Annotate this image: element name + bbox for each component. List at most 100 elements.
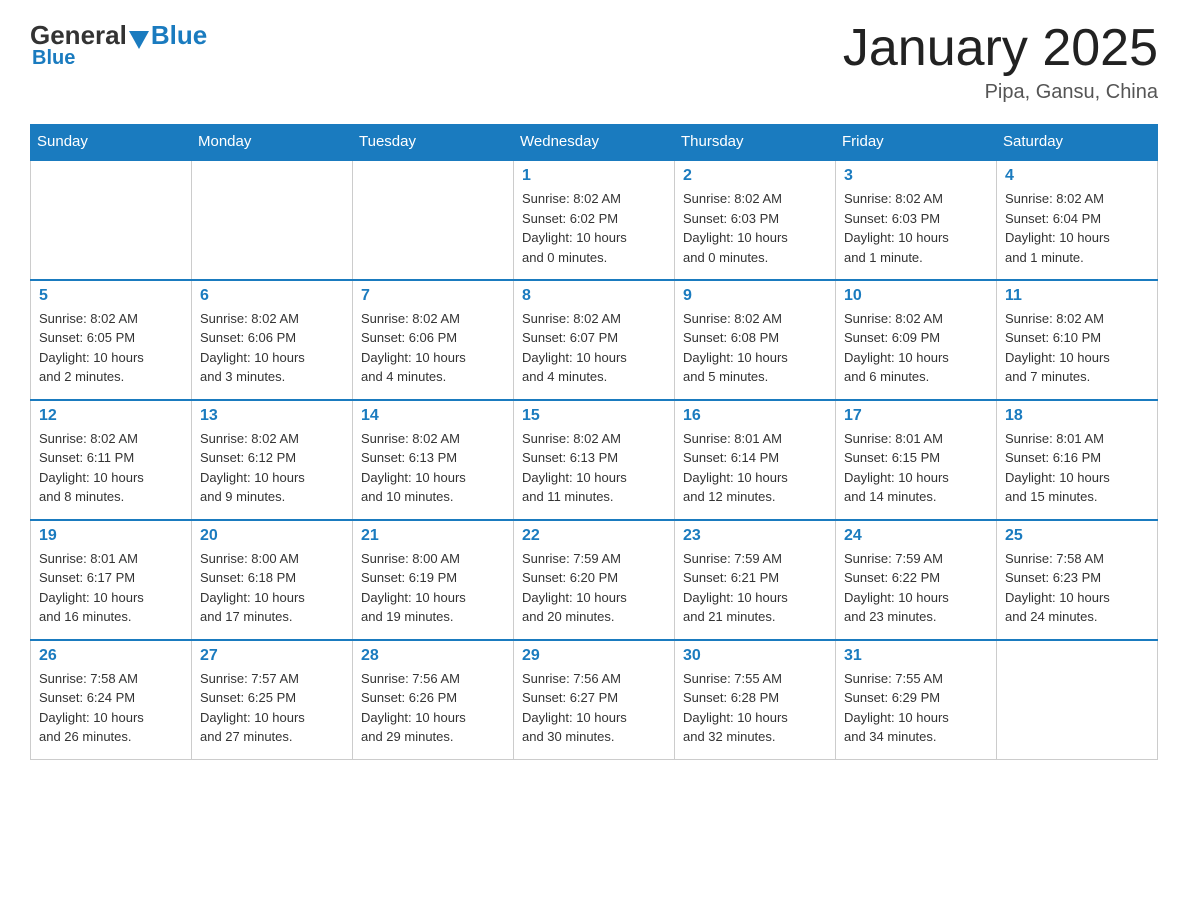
calendar-cell: 3 Sunrise: 8:02 AM Sunset: 6:03 PM Daylig… — [836, 160, 997, 280]
calendar-cell: 27 Sunrise: 7:57 AM Sunset: 6:25 PM Dayli… — [192, 640, 353, 760]
sun-info: Sunrise: 8:01 AM Sunset: 6:15 PM Dayligh… — [844, 429, 988, 507]
day-number: 26 — [39, 647, 183, 665]
calendar-week-row: 5 Sunrise: 8:02 AM Sunset: 6:05 PM Daylig… — [31, 280, 1158, 400]
day-number: 6 — [200, 287, 344, 305]
calendar-cell: 12Sunrise: 8:02 AM Sunset: 6:11 PM Dayli… — [31, 400, 192, 520]
day-number: 13 — [200, 407, 344, 425]
sun-info: Sunrise: 8:02 AM Sunset: 6:11 PM Dayligh… — [39, 429, 183, 507]
calendar-cell: 20 Sunrise: 8:00 AM Sunset: 6:18 PM Dayli… — [192, 520, 353, 640]
day-of-week-header: Friday — [836, 125, 997, 160]
calendar-cell: 25 Sunrise: 7:58 AM Sunset: 6:23 PM Dayli… — [997, 520, 1158, 640]
calendar-cell: 8 Sunrise: 8:02 AM Sunset: 6:07 PM Daylig… — [514, 280, 675, 400]
calendar-table: SundayMondayTuesdayWednesdayThursdayFrid… — [30, 124, 1158, 760]
sun-info: Sunrise: 7:57 AM Sunset: 6:25 PM Dayligh… — [200, 669, 344, 747]
calendar-cell: 26 Sunrise: 7:58 AM Sunset: 6:24 PM Dayli… — [31, 640, 192, 760]
day-number: 17 — [844, 407, 988, 425]
calendar-cell: 1Sunrise: 8:02 AM Sunset: 6:02 PM Daylig… — [514, 160, 675, 280]
day-of-week-header: Thursday — [675, 125, 836, 160]
calendar-cell — [353, 160, 514, 280]
sun-info: Sunrise: 7:56 AM Sunset: 6:26 PM Dayligh… — [361, 669, 505, 747]
calendar-cell: 18 Sunrise: 8:01 AM Sunset: 6:16 PM Dayli… — [997, 400, 1158, 520]
title-area: January 2025 Pipa, Gansu, China — [843, 20, 1158, 104]
sun-info: Sunrise: 8:01 AM Sunset: 6:14 PM Dayligh… — [683, 429, 827, 507]
calendar-cell: 7 Sunrise: 8:02 AM Sunset: 6:06 PM Daylig… — [353, 280, 514, 400]
day-number: 28 — [361, 647, 505, 665]
calendar-cell: 15Sunrise: 8:02 AM Sunset: 6:13 PM Dayli… — [514, 400, 675, 520]
days-of-week-row: SundayMondayTuesdayWednesdayThursdayFrid… — [31, 125, 1158, 160]
sun-info: Sunrise: 8:02 AM Sunset: 6:13 PM Dayligh… — [522, 429, 666, 507]
month-title: January 2025 — [843, 20, 1158, 77]
sun-info: Sunrise: 7:58 AM Sunset: 6:23 PM Dayligh… — [1005, 549, 1149, 627]
sun-info: Sunrise: 7:58 AM Sunset: 6:24 PM Dayligh… — [39, 669, 183, 747]
calendar-cell: 2 Sunrise: 8:02 AM Sunset: 6:03 PM Daylig… — [675, 160, 836, 280]
day-number: 18 — [1005, 407, 1149, 425]
calendar-week-row: 12Sunrise: 8:02 AM Sunset: 6:11 PM Dayli… — [31, 400, 1158, 520]
calendar-week-row: 26 Sunrise: 7:58 AM Sunset: 6:24 PM Dayli… — [31, 640, 1158, 760]
day-number: 19 — [39, 527, 183, 545]
sun-info: Sunrise: 8:02 AM Sunset: 6:13 PM Dayligh… — [361, 429, 505, 507]
calendar-week-row: 1Sunrise: 8:02 AM Sunset: 6:02 PM Daylig… — [31, 160, 1158, 280]
calendar-cell — [192, 160, 353, 280]
day-number: 5 — [39, 287, 183, 305]
calendar-cell: 24Sunrise: 7:59 AM Sunset: 6:22 PM Dayli… — [836, 520, 997, 640]
calendar-cell: 23 Sunrise: 7:59 AM Sunset: 6:21 PM Dayli… — [675, 520, 836, 640]
sun-info: Sunrise: 8:00 AM Sunset: 6:18 PM Dayligh… — [200, 549, 344, 627]
day-number: 25 — [1005, 527, 1149, 545]
day-number: 8 — [522, 287, 666, 305]
sun-info: Sunrise: 7:55 AM Sunset: 6:29 PM Dayligh… — [844, 669, 988, 747]
sun-info: Sunrise: 8:02 AM Sunset: 6:03 PM Dayligh… — [844, 189, 988, 267]
day-number: 30 — [683, 647, 827, 665]
day-number: 29 — [522, 647, 666, 665]
calendar-body: 1Sunrise: 8:02 AM Sunset: 6:02 PM Daylig… — [31, 160, 1158, 760]
calendar-cell: 5 Sunrise: 8:02 AM Sunset: 6:05 PM Daylig… — [31, 280, 192, 400]
logo-blue-text: Blue — [151, 20, 207, 51]
calendar-week-row: 19Sunrise: 8:01 AM Sunset: 6:17 PM Dayli… — [31, 520, 1158, 640]
calendar-cell: 11 Sunrise: 8:02 AM Sunset: 6:10 PM Dayli… — [997, 280, 1158, 400]
calendar-cell — [31, 160, 192, 280]
day-number: 14 — [361, 407, 505, 425]
page-header: General Blue Blue January 2025 Pipa, Gan… — [30, 20, 1158, 104]
day-of-week-header: Sunday — [31, 125, 192, 160]
logo: General Blue Blue — [30, 20, 207, 70]
day-number: 20 — [200, 527, 344, 545]
sun-info: Sunrise: 7:59 AM Sunset: 6:21 PM Dayligh… — [683, 549, 827, 627]
day-number: 7 — [361, 287, 505, 305]
day-number: 23 — [683, 527, 827, 545]
day-of-week-header: Wednesday — [514, 125, 675, 160]
day-number: 3 — [844, 167, 988, 185]
sun-info: Sunrise: 8:00 AM Sunset: 6:19 PM Dayligh… — [361, 549, 505, 627]
sun-info: Sunrise: 8:02 AM Sunset: 6:05 PM Dayligh… — [39, 309, 183, 387]
day-number: 21 — [361, 527, 505, 545]
day-number: 31 — [844, 647, 988, 665]
calendar-cell: 16Sunrise: 8:01 AM Sunset: 6:14 PM Dayli… — [675, 400, 836, 520]
sun-info: Sunrise: 7:56 AM Sunset: 6:27 PM Dayligh… — [522, 669, 666, 747]
sun-info: Sunrise: 8:01 AM Sunset: 6:16 PM Dayligh… — [1005, 429, 1149, 507]
calendar-cell: 6 Sunrise: 8:02 AM Sunset: 6:06 PM Daylig… — [192, 280, 353, 400]
day-number: 22 — [522, 527, 666, 545]
day-number: 2 — [683, 167, 827, 185]
day-number: 9 — [683, 287, 827, 305]
calendar-cell: 10Sunrise: 8:02 AM Sunset: 6:09 PM Dayli… — [836, 280, 997, 400]
sun-info: Sunrise: 8:02 AM Sunset: 6:09 PM Dayligh… — [844, 309, 988, 387]
day-number: 11 — [1005, 287, 1149, 305]
day-of-week-header: Tuesday — [353, 125, 514, 160]
sun-info: Sunrise: 8:02 AM Sunset: 6:06 PM Dayligh… — [200, 309, 344, 387]
sun-info: Sunrise: 8:02 AM Sunset: 6:06 PM Dayligh… — [361, 309, 505, 387]
sun-info: Sunrise: 8:02 AM Sunset: 6:03 PM Dayligh… — [683, 189, 827, 267]
sun-info: Sunrise: 8:02 AM Sunset: 6:10 PM Dayligh… — [1005, 309, 1149, 387]
sun-info: Sunrise: 8:02 AM Sunset: 6:08 PM Dayligh… — [683, 309, 827, 387]
calendar-cell: 14 Sunrise: 8:02 AM Sunset: 6:13 PM Dayli… — [353, 400, 514, 520]
calendar-cell: 28 Sunrise: 7:56 AM Sunset: 6:26 PM Dayli… — [353, 640, 514, 760]
calendar-cell: 9 Sunrise: 8:02 AM Sunset: 6:08 PM Daylig… — [675, 280, 836, 400]
calendar-cell: 13Sunrise: 8:02 AM Sunset: 6:12 PM Dayli… — [192, 400, 353, 520]
location-text: Pipa, Gansu, China — [843, 81, 1158, 104]
sun-info: Sunrise: 8:02 AM Sunset: 6:04 PM Dayligh… — [1005, 189, 1149, 267]
day-of-week-header: Saturday — [997, 125, 1158, 160]
calendar-cell: 29 Sunrise: 7:56 AM Sunset: 6:27 PM Dayli… — [514, 640, 675, 760]
logo-subtitle: Blue — [32, 47, 75, 70]
sun-info: Sunrise: 8:02 AM Sunset: 6:07 PM Dayligh… — [522, 309, 666, 387]
sun-info: Sunrise: 8:02 AM Sunset: 6:02 PM Dayligh… — [522, 189, 666, 267]
day-number: 27 — [200, 647, 344, 665]
calendar-cell: 17 Sunrise: 8:01 AM Sunset: 6:15 PM Dayli… — [836, 400, 997, 520]
sun-info: Sunrise: 7:55 AM Sunset: 6:28 PM Dayligh… — [683, 669, 827, 747]
